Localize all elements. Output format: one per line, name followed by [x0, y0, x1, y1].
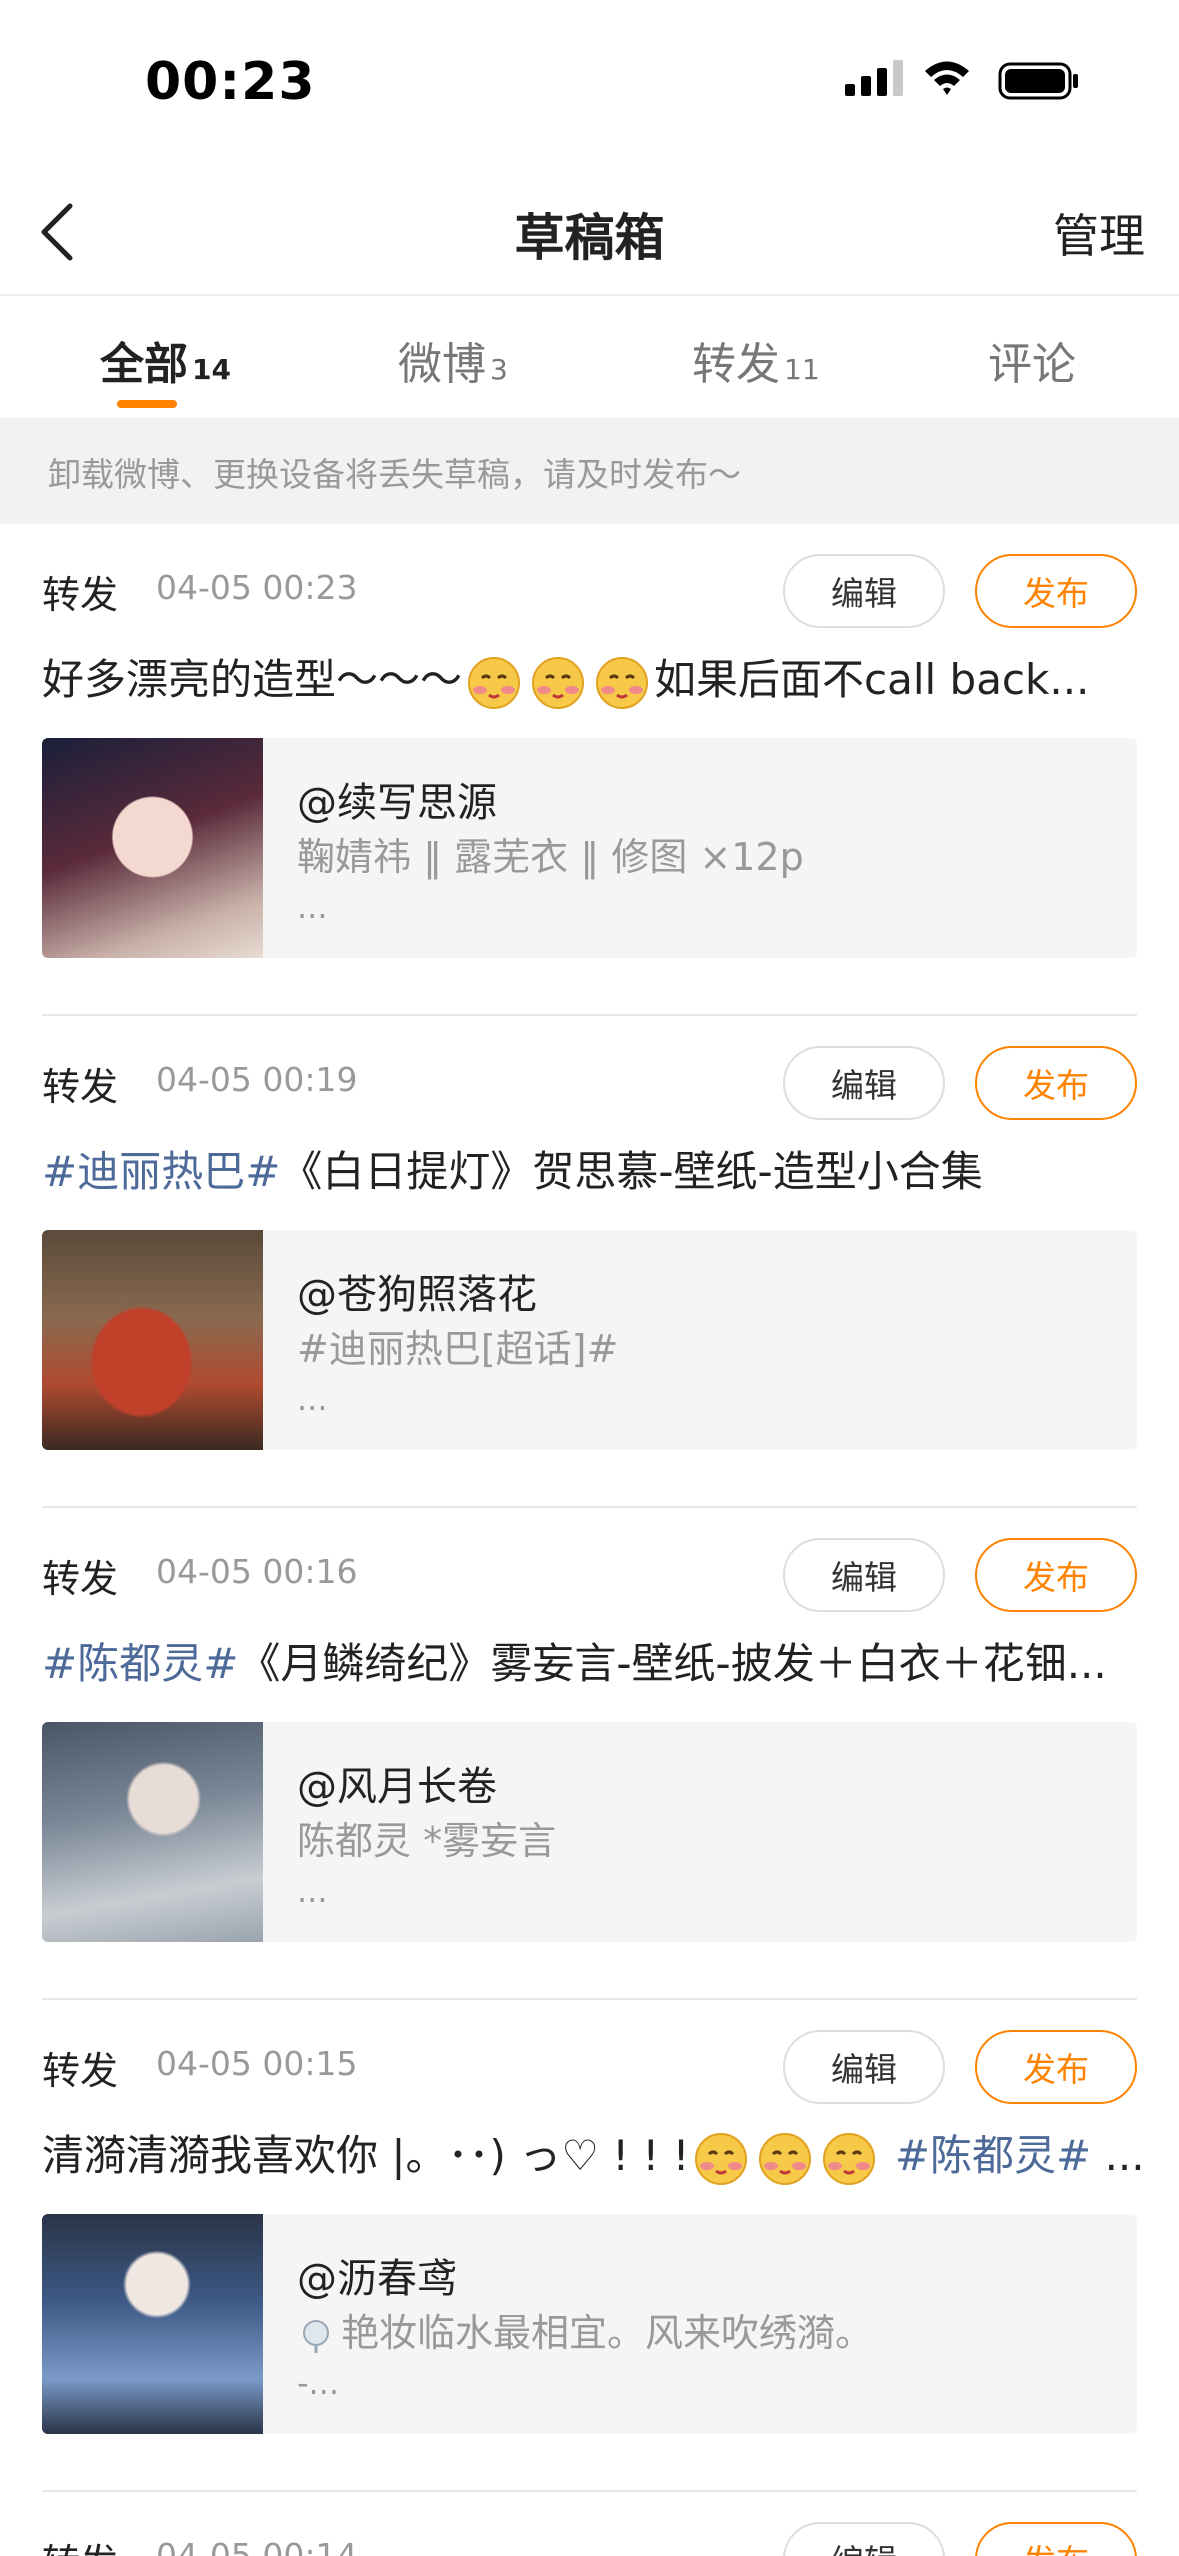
tab-count: 11 [784, 353, 820, 386]
draft-item[interactable]: 转发 04-05 00:14 编辑 发布 [0, 2492, 1179, 2556]
manage-button[interactable]: 管理 [1053, 200, 1145, 266]
publish-button[interactable]: 发布 [975, 554, 1137, 628]
tab-label: 微博 [398, 339, 486, 390]
notice-text: 卸载微博、更换设备将丢失草稿，请及时发布～ [48, 455, 741, 494]
publish-button[interactable]: 发布 [975, 2522, 1137, 2556]
edit-button[interactable]: 编辑 [783, 554, 945, 628]
draft-text[interactable]: 好多漂亮的造型～～～ 如果后面不call back... [42, 646, 1142, 712]
card-author: @续写思源 [297, 780, 497, 826]
tab-label: 转发 [692, 339, 780, 390]
blush-face-emoji [596, 656, 649, 709]
tab-weibo[interactable]: 微博 3 [398, 328, 508, 392]
topic-tag[interactable]: #陈都灵# [42, 1639, 238, 1688]
draft-text-after: 《白日提灯》贺思慕-壁纸-造型小合集 [280, 1147, 983, 1196]
notice-banner: 卸载微博、更换设备将丢失草稿，请及时发布～ [0, 418, 1179, 524]
draft-date: 04-05 00:19 [156, 1060, 358, 1099]
card-more: -... [297, 2364, 340, 2402]
draft-type: 转发 [42, 1065, 119, 1109]
card-desc: 鞠婧祎 ‖ 露芜衣 ‖ 修图 ×12p [297, 835, 804, 879]
card-more: ... [297, 1872, 328, 1910]
repost-card[interactable]: @续写思源 鞠婧祎 ‖ 露芜衣 ‖ 修图 ×12p ... [42, 738, 1137, 958]
draft-date: 04-05 00:14 [156, 2536, 358, 2556]
navigation-bar: 草稿箱 管理 [0, 170, 1179, 296]
draft-item[interactable]: 转发 04-05 00:16 编辑 发布 #陈都灵#《月鳞绮纪》雾妄言-壁纸-披… [0, 1508, 1179, 2000]
draft-text-before: 好多漂亮的造型～～～ [42, 655, 463, 704]
tab-comment[interactable]: 评论 [988, 328, 1076, 392]
draft-text[interactable]: #陈都灵#《月鳞绮纪》雾妄言-壁纸-披发＋白衣＋花钿... [42, 1630, 1142, 1691]
draft-text-after: ... [1104, 2131, 1142, 2180]
edit-button[interactable]: 编辑 [783, 1046, 945, 1120]
topic-tag[interactable]: #陈都灵# [895, 2131, 1091, 2180]
tab-count: 3 [490, 353, 508, 386]
card-more: ... [297, 1380, 328, 1418]
draft-date: 04-05 00:15 [156, 2044, 358, 2083]
card-desc: #迪丽热巴[超话]# [297, 1327, 619, 1371]
draft-item[interactable]: 转发 04-05 00:19 编辑 发布 #迪丽热巴#《白日提灯》贺思慕-壁纸-… [0, 1016, 1179, 1508]
draft-type: 转发 [42, 2049, 119, 2093]
tab-all[interactable]: 全部 14 [100, 328, 231, 392]
blush-face-emoji [468, 656, 521, 709]
active-tab-indicator [117, 400, 177, 408]
draft-type: 转发 [42, 573, 119, 617]
card-desc-text: 艳妆临水最相宜。风来吹绣漪。 [341, 2311, 874, 2355]
tab-repost[interactable]: 转发 11 [692, 328, 820, 392]
tab-label: 评论 [988, 339, 1076, 390]
card-desc: 陈都灵 *雾妄言 [297, 1819, 557, 1863]
card-author: @风月长卷 [297, 1764, 497, 1810]
blush-face-emoji [823, 2132, 876, 2185]
draft-date: 04-05 00:16 [156, 1552, 358, 1591]
repost-card[interactable]: @风月长卷 陈都灵 *雾妄言 ... [42, 1722, 1137, 1942]
draft-date: 04-05 00:23 [156, 568, 358, 607]
draft-text-before: 清漪清漪我喜欢你 |。･･) っ♡ ! ! ! [42, 2131, 690, 2180]
edit-button[interactable]: 编辑 [783, 2030, 945, 2104]
card-author: @沥春鸢 [297, 2256, 457, 2302]
draft-item[interactable]: 转发 04-05 00:15 编辑 发布 清漪清漪我喜欢你 |。･･) っ♡ !… [0, 2000, 1179, 2492]
tab-label: 全部 [100, 339, 188, 390]
card-more: ... [297, 888, 328, 926]
status-time: 00:23 [145, 52, 316, 112]
tab-count: 14 [192, 353, 231, 386]
blush-face-emoji [695, 2132, 748, 2185]
page-title: 草稿箱 [514, 209, 665, 267]
draft-text[interactable]: 清漪清漪我喜欢你 |。･･) っ♡ ! ! ! #陈都灵# ... [42, 2122, 1142, 2188]
draft-text-after: 如果后面不call back... [654, 655, 1090, 704]
card-author: @苍狗照落花 [297, 1272, 537, 1318]
status-bar: 00:23 [0, 0, 1179, 170]
thumbnail-image [42, 738, 263, 958]
publish-button[interactable]: 发布 [975, 1538, 1137, 1612]
blush-face-emoji [532, 656, 585, 709]
draft-text[interactable]: #迪丽热巴#《白日提灯》贺思慕-壁纸-造型小合集 [42, 1138, 1142, 1199]
draft-type: 转发 [42, 2532, 118, 2556]
fan-icon [303, 2319, 329, 2353]
card-desc: 艳妆临水最相宜。风来吹绣漪。 [297, 2302, 873, 2357]
publish-button[interactable]: 发布 [975, 1046, 1137, 1120]
thumbnail-image [42, 2214, 263, 2434]
draft-text-after: 《月鳞绮纪》雾妄言-壁纸-披发＋白衣＋花钿... [238, 1639, 1107, 1688]
draft-type: 转发 [42, 1557, 119, 1601]
cellular-signal-icon [845, 60, 903, 96]
draft-item[interactable]: 转发 04-05 00:23 编辑 发布 好多漂亮的造型～～～ 如果后面不call… [0, 524, 1179, 1016]
thumbnail-image [42, 1230, 263, 1450]
repost-card[interactable]: @沥春鸢 艳妆临水最相宜。风来吹绣漪。 -... [42, 2214, 1137, 2434]
edit-button[interactable]: 编辑 [783, 2522, 945, 2556]
topic-tag[interactable]: #迪丽热巴# [42, 1147, 280, 1196]
wifi-icon [925, 61, 969, 95]
publish-button[interactable]: 发布 [975, 2030, 1137, 2104]
edit-button[interactable]: 编辑 [783, 1538, 945, 1612]
battery-icon [998, 62, 1078, 100]
blush-face-emoji [759, 2132, 812, 2185]
repost-card[interactable]: @苍狗照落花 #迪丽热巴[超话]# ... [42, 1230, 1137, 1450]
draft-tabs: 全部 14 微博 3 转发 11 评论 [0, 296, 1179, 418]
thumbnail-image [42, 1722, 263, 1942]
